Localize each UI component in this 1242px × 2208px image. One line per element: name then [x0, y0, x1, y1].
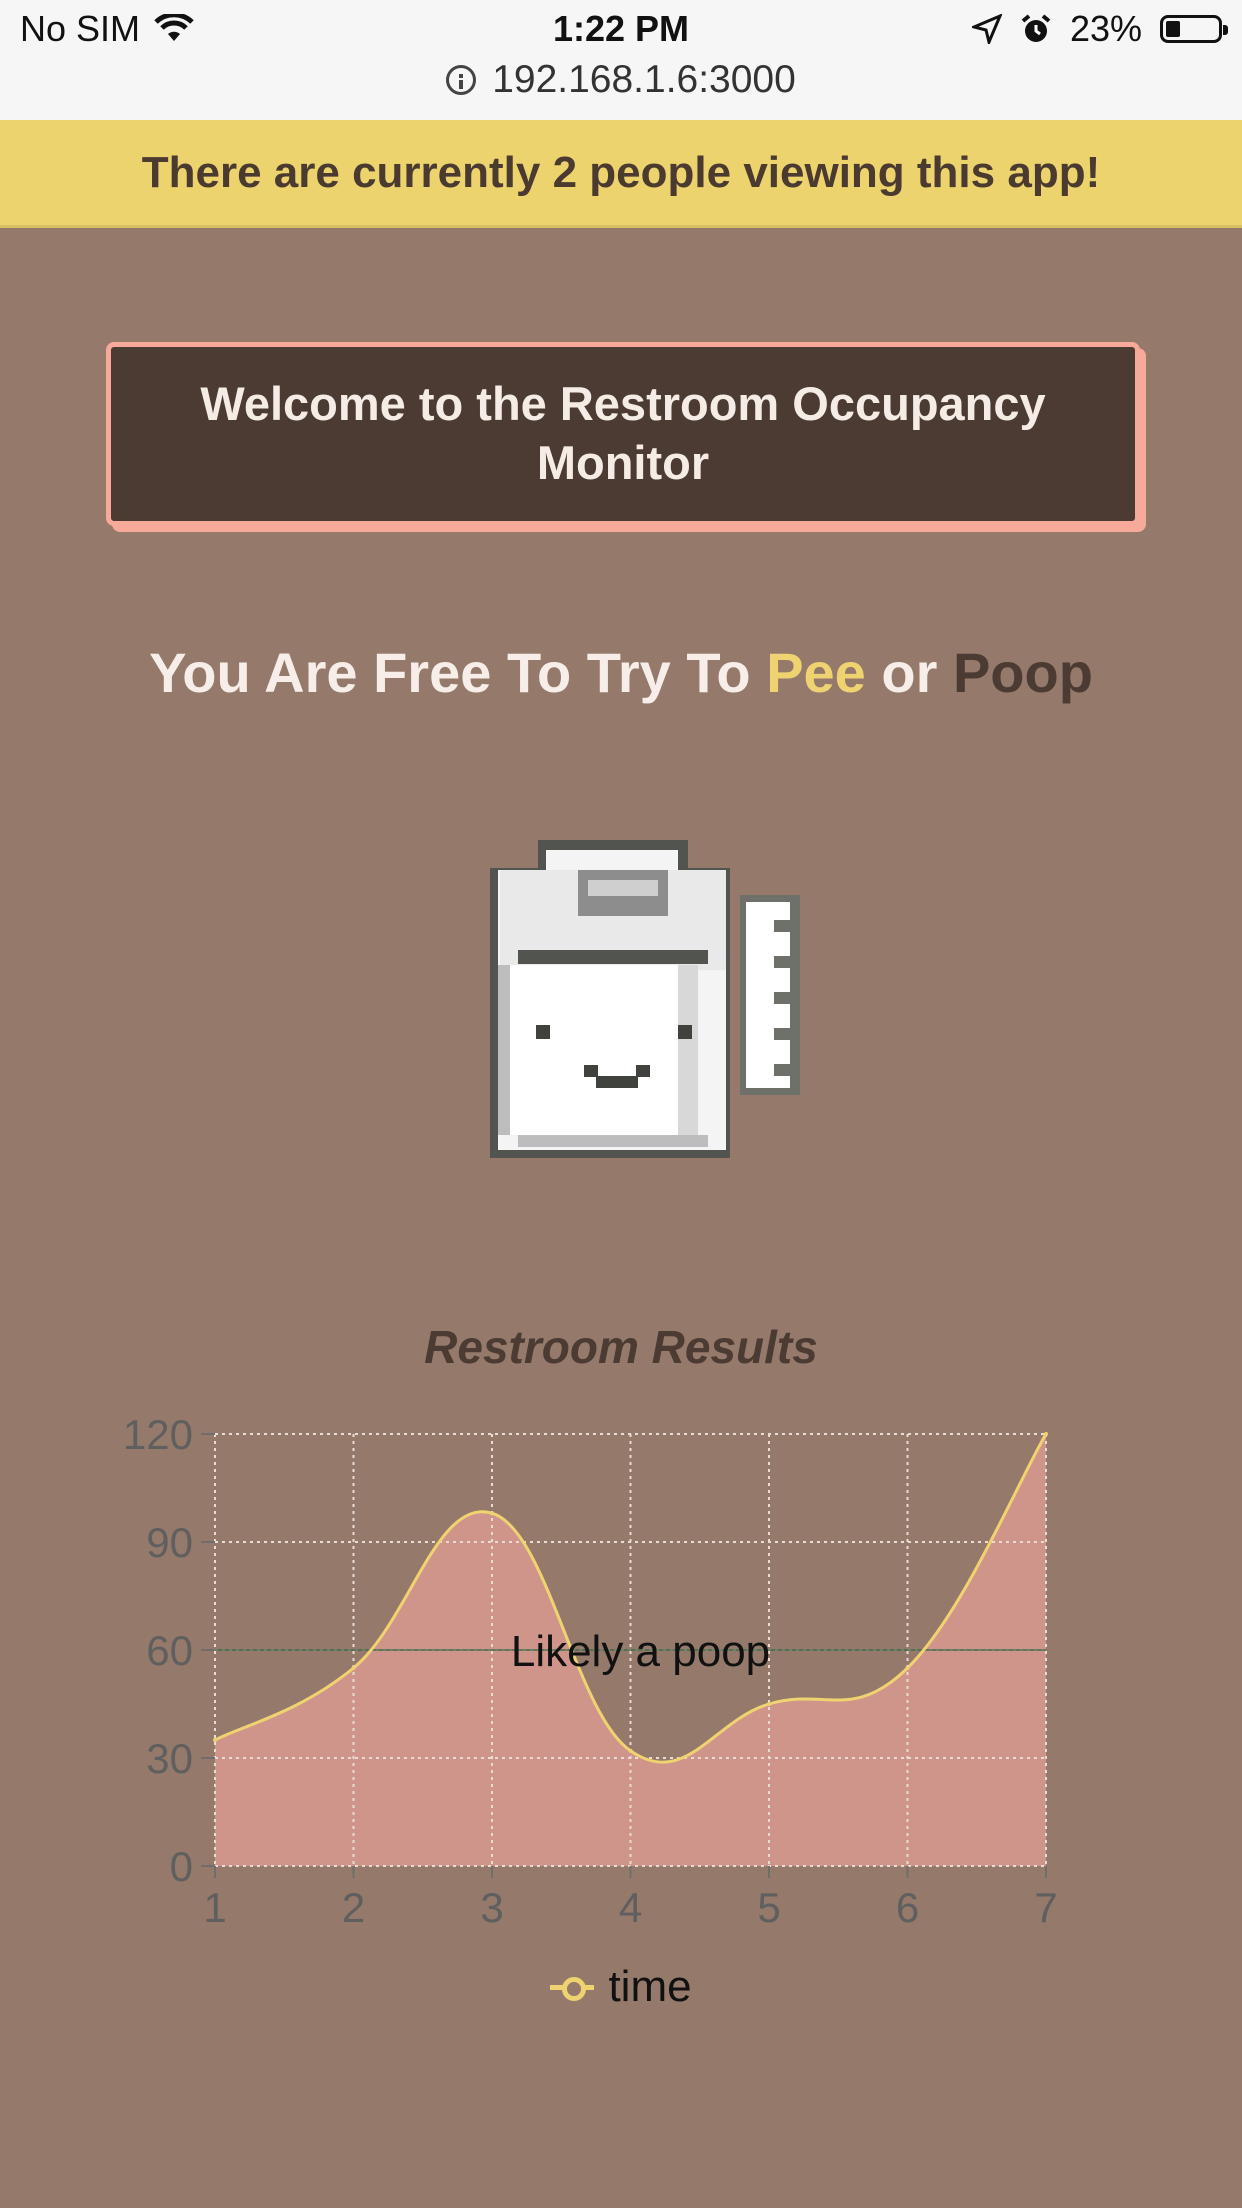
battery-icon [1160, 15, 1228, 43]
y-tick-label: 90 [146, 1519, 193, 1566]
data-point [351, 1666, 356, 1670]
legend-label: time [608, 1962, 692, 2011]
toilet-paper-icon [490, 840, 800, 1158]
info-icon[interactable] [446, 65, 477, 95]
x-tick-label: 2 [342, 1884, 365, 1931]
address-bar[interactable]: 192.168.1.6:3000 [0, 58, 1242, 102]
alarm-icon [1021, 14, 1051, 42]
data-point [1044, 1432, 1048, 1436]
data-point [767, 1702, 771, 1706]
location-icon [971, 14, 1002, 44]
data-point [905, 1666, 910, 1670]
headline-poop: Poop [952, 641, 1093, 704]
chart-legend[interactable]: time [0, 1962, 1242, 2012]
status-headline: You Are Free To Try To Pee or Poop [0, 640, 1242, 705]
x-tick-label: 5 [757, 1884, 780, 1931]
battery-percent: 23% [1069, 8, 1142, 49]
data-point [213, 1738, 217, 1742]
x-tick-label: 7 [1034, 1884, 1057, 1931]
welcome-box: Welcome to the Restroom Occupancy Monito… [106, 342, 1140, 526]
x-tick-label: 4 [619, 1884, 642, 1931]
headline-pee: Pee [766, 641, 866, 704]
data-point [490, 1511, 494, 1516]
y-tick-label: 0 [170, 1843, 193, 1890]
y-tick-label: 120 [123, 1411, 193, 1458]
viewers-banner: There are currently 2 people viewing thi… [0, 120, 1242, 228]
url-text[interactable]: 192.168.1.6:3000 [492, 58, 796, 102]
x-tick-label: 1 [203, 1884, 226, 1931]
status-right: 23% [971, 8, 1228, 50]
legend-line-icon [550, 1975, 595, 2001]
headline-prefix: You Are Free To Try To [149, 641, 767, 704]
welcome-text: Welcome to the Restroom Occupancy Monito… [200, 377, 1046, 489]
x-tick-label: 3 [480, 1884, 503, 1931]
x-tick-label: 6 [896, 1884, 919, 1931]
restroom-chart: 0 30 60 90 120 1 2 3 4 5 6 7 Likely a poop [123, 1411, 1058, 1931]
banner-text: There are currently 2 people viewing thi… [141, 147, 1101, 197]
data-point [628, 1748, 633, 1753]
annotation-label: Likely a poop [511, 1627, 770, 1676]
y-tick-label: 30 [146, 1735, 193, 1782]
headline-or: or [865, 641, 953, 704]
status-bar: No SIM 1:22 PM 23% 192.168.1.6:3000 [0, 0, 1242, 120]
y-tick-label: 60 [146, 1627, 193, 1674]
